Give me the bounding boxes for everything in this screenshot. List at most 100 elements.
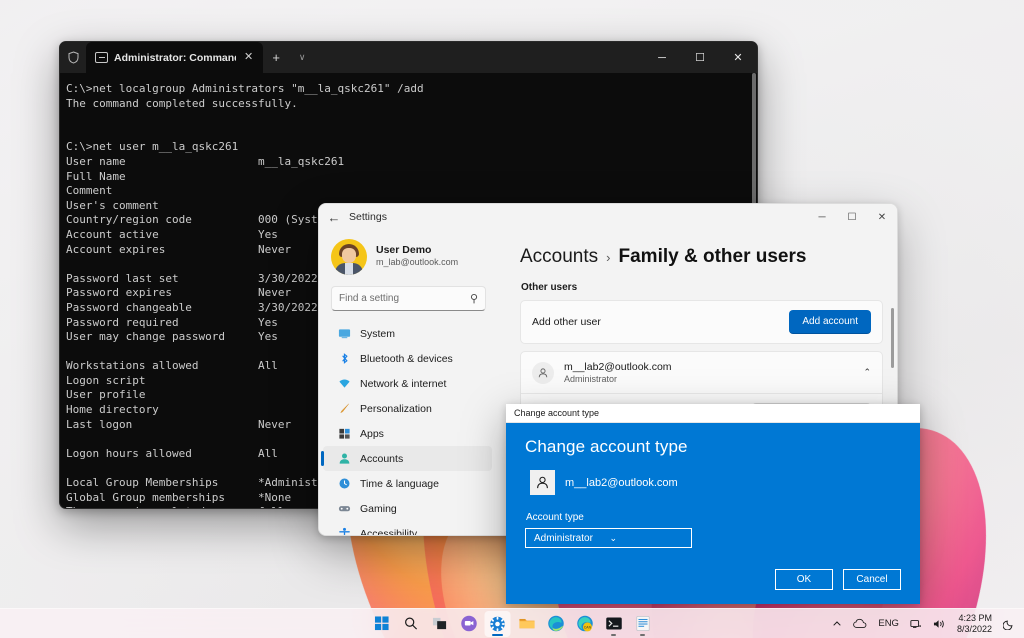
settings-search-box[interactable]: ⚲ (331, 286, 486, 311)
console-icon (95, 52, 108, 63)
sidebar-label: Bluetooth & devices (360, 353, 453, 365)
start-button[interactable] (369, 611, 395, 637)
breadcrumb-parent[interactable]: Accounts (520, 246, 598, 268)
sidebar-label: Personalization (360, 403, 432, 415)
terminal-new-tab-button[interactable]: + (263, 42, 289, 73)
terminal-tab-close-icon[interactable]: ✕ (242, 52, 255, 63)
terminal-line (66, 126, 757, 141)
bluetooth-icon (337, 352, 351, 366)
avatar (331, 239, 367, 275)
terminal-line: C:\>net user m__la_qskc261 (66, 140, 757, 155)
sidebar-item-personalization[interactable]: Personalization (323, 396, 492, 421)
tray-date: 8/3/2022 (957, 624, 992, 635)
terminal-line: The command completed successfully. (66, 97, 757, 112)
edge-canary-button[interactable]: CAN (572, 611, 598, 637)
chevron-down-icon: ⌄ (610, 533, 686, 544)
settings-window-title: Settings (349, 211, 387, 223)
cloud-icon[interactable] (850, 616, 870, 631)
search-input[interactable] (339, 293, 464, 304)
sidebar-label: Apps (360, 428, 384, 440)
tray-overflow-button[interactable] (829, 617, 845, 631)
file-explorer-button[interactable] (514, 611, 540, 637)
clock-icon (337, 477, 351, 491)
person-icon (530, 470, 555, 495)
terminal-tab[interactable]: Administrator: Command Pro ✕ (86, 42, 263, 73)
profile-email: m_lab@outlook.com (376, 257, 458, 268)
add-other-user-card: Add other user Add account (520, 300, 883, 344)
speaker-icon[interactable] (930, 616, 949, 632)
apps-icon (337, 427, 351, 441)
sidebar-label: Network & internet (360, 378, 446, 390)
language-indicator[interactable]: ENG (875, 616, 902, 631)
terminal-line: User name m__la_qskc261 (66, 155, 757, 170)
settings-close-button[interactable]: ✕ (867, 204, 897, 230)
breadcrumb-separator-icon: › (606, 250, 610, 265)
search-button[interactable] (398, 611, 424, 637)
sidebar-item-time-language[interactable]: Time & language (323, 471, 492, 496)
add-other-user-label: Add other user (532, 316, 779, 328)
sidebar-item-gaming[interactable]: Gaming (323, 496, 492, 521)
brush-icon (337, 402, 351, 416)
settings-titlebar[interactable]: ← Settings ─ ☐ ✕ (319, 204, 897, 230)
terminal-maximize-button[interactable]: ☐ (681, 42, 719, 73)
terminal-minimize-button[interactable]: ─ (643, 42, 681, 73)
dialog-titlebar[interactable]: Change account type (506, 404, 920, 423)
monitor-icon (337, 327, 351, 341)
sidebar-label: Gaming (360, 503, 397, 515)
change-account-type-dialog[interactable]: Change account type Change account type … (506, 404, 920, 604)
system-tray: ENG 4:23 PM 8/3/2022 (829, 613, 1018, 634)
terminal-line: C:\>net localgroup Administrators "m__la… (66, 82, 757, 97)
chevron-up-icon[interactable]: ⌃ (857, 367, 871, 378)
chevron-down-icon[interactable]: ∨ (289, 42, 315, 73)
profile-name: User Demo (376, 244, 458, 257)
sidebar-item-network-internet[interactable]: Network & internet (323, 371, 492, 396)
moon-icon[interactable] (1000, 616, 1018, 632)
settings-minimize-button[interactable]: ─ (807, 204, 837, 230)
notepad-button[interactable] (630, 611, 656, 637)
shield-icon (60, 42, 86, 73)
sidebar-item-accounts[interactable]: Accounts (323, 446, 492, 471)
sidebar-label: System (360, 328, 395, 340)
settings-scrollbar[interactable] (891, 308, 894, 368)
user-entry-name: m__lab2@outlook.com (564, 361, 847, 373)
gamepad-icon (337, 502, 351, 516)
sidebar-item-system[interactable]: System (323, 321, 492, 346)
sidebar-label: Accounts (360, 453, 403, 465)
tray-time: 4:23 PM (957, 613, 992, 624)
account-type-selected-value: Administrator (534, 533, 610, 544)
ok-button[interactable]: OK (775, 569, 833, 590)
terminal-close-button[interactable]: ✕ (719, 42, 757, 73)
settings-sidebar: User Demo m_lab@outlook.com ⚲ System (319, 230, 504, 536)
terminal-button[interactable] (601, 611, 627, 637)
taskbar-items: CAN (369, 611, 656, 637)
chat-button[interactable] (456, 611, 482, 637)
settings-button[interactable] (485, 611, 511, 637)
page-title: Family & other users (619, 246, 807, 268)
settings-maximize-button[interactable]: ☐ (837, 204, 867, 230)
account-type-label: Account type (525, 512, 901, 523)
dialog-user-row: m__lab2@outlook.com (525, 470, 901, 495)
terminal-titlebar[interactable]: Administrator: Command Pro ✕ + ∨ ─ ☐ ✕ (60, 42, 757, 73)
task-view-button[interactable] (427, 611, 453, 637)
back-arrow-icon[interactable]: ← (319, 210, 349, 225)
sidebar-item-accessibility[interactable]: Accessibility (323, 521, 492, 536)
network-icon[interactable] (907, 616, 925, 632)
account-type-select[interactable]: Administrator ⌄ (525, 528, 692, 548)
edge-button[interactable] (543, 611, 569, 637)
clock-button[interactable]: 4:23 PM 8/3/2022 (954, 613, 995, 634)
user-entry-row[interactable]: m__lab2@outlook.com Administrator ⌃ (521, 352, 882, 393)
settings-window-controls: ─ ☐ ✕ (807, 204, 897, 230)
section-label-other-users: Other users (512, 268, 897, 300)
taskbar[interactable]: CAN ENG 4:23 PM 8/3/2022 (0, 608, 1024, 638)
accessibility-icon (337, 527, 351, 537)
dialog-user-name: m__lab2@outlook.com (565, 477, 678, 489)
add-account-button[interactable]: Add account (789, 310, 871, 334)
sidebar-item-bluetooth-devices[interactable]: Bluetooth & devices (323, 346, 492, 371)
wifi-icon (337, 377, 351, 391)
terminal-tab-title: Administrator: Command Pro (114, 52, 236, 64)
dialog-buttons: OK Cancel (775, 569, 901, 590)
sidebar-item-apps[interactable]: Apps (323, 421, 492, 446)
profile-card[interactable]: User Demo m_lab@outlook.com (319, 230, 498, 280)
cancel-button[interactable]: Cancel (843, 569, 901, 590)
person-icon (337, 452, 351, 466)
